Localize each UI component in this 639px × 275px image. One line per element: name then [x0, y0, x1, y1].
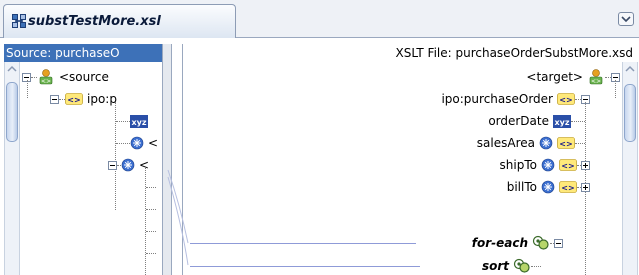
- target-tree-row[interactable]: sort: [482, 255, 541, 275]
- svg-text:<>: <>: [561, 184, 574, 193]
- tree-node-label: for-each: [471, 236, 528, 250]
- target-panel-header: XSLT File: purchaseOrderSubstMore.xsd: [191, 44, 639, 62]
- collapse-toggle[interactable]: [50, 94, 59, 104]
- mapping-link[interactable]: [190, 243, 416, 244]
- target-tree-row[interactable]: orderDate xyz: [488, 110, 585, 132]
- svg-text:<>: <>: [559, 140, 572, 149]
- svg-text:<>: <>: [41, 78, 51, 85]
- xyz-icon: xyz: [553, 114, 571, 128]
- svg-text:xyz: xyz: [554, 118, 569, 127]
- tree-node-label: salesArea: [476, 136, 535, 150]
- source-tree-row: [146, 176, 156, 198]
- xsl-map-icon: [12, 14, 26, 28]
- target-tree-row[interactable]: ipo:purchaseOrder <>: [441, 88, 590, 110]
- tab-list-dropdown-button[interactable]: [618, 12, 634, 26]
- svg-text:<>: <>: [67, 96, 80, 105]
- expand-toggle[interactable]: [581, 182, 590, 192]
- scroll-up-arrow-icon[interactable]: [7, 64, 17, 74]
- mapping-link-curves: [167, 169, 189, 266]
- editor-tab[interactable]: substTestMore.xsl: [3, 4, 236, 38]
- attribute-icon: [539, 136, 553, 150]
- svg-text:xyz: xyz: [131, 118, 146, 127]
- svg-text:<>: <>: [559, 96, 572, 105]
- tree-node-label: ipo:purchaseOrder: [441, 92, 553, 106]
- schema-icon: <>: [39, 69, 53, 85]
- tree-node-label: ipo:p: [87, 92, 117, 106]
- chevron-down-icon: [621, 16, 631, 23]
- expand-toggle[interactable]: [581, 160, 590, 170]
- target-tree-row[interactable]: for-each: [472, 232, 563, 254]
- target-vertical-scrollbar[interactable]: [622, 62, 638, 275]
- source-vertical-scrollbar[interactable]: [4, 62, 20, 275]
- xsl-component-icon: [513, 258, 530, 273]
- attribute-icon: [121, 158, 135, 172]
- source-tree-row: [146, 220, 156, 242]
- scroll-up-arrow-icon[interactable]: [625, 64, 635, 74]
- source-tree-row[interactable]: xyz: [116, 110, 148, 132]
- tree-node-label: <target>: [526, 70, 583, 84]
- editor-tab-strip: substTestMore.xsl: [0, 0, 639, 38]
- tree-node-label: billTo: [506, 180, 537, 194]
- tree-node-label: <source: [59, 70, 109, 84]
- source-tree-row: [146, 198, 156, 220]
- target-tree-row[interactable]: <target> <>: [526, 66, 620, 88]
- element-icon: <>: [559, 159, 577, 171]
- attribute-icon: [541, 158, 555, 172]
- xyz-icon: xyz: [130, 114, 148, 128]
- attribute-icon: [541, 180, 555, 194]
- tree-node-label: shipTo: [499, 158, 537, 172]
- tab-title: substTestMore.xsl: [28, 14, 161, 29]
- schema-icon: <>: [589, 69, 603, 85]
- source-tree-row: [146, 264, 156, 275]
- svg-text:<>: <>: [561, 162, 574, 171]
- svg-text:<>: <>: [591, 78, 601, 85]
- scrollbar-thumb[interactable]: [624, 84, 636, 142]
- element-icon: <>: [559, 181, 577, 193]
- tree-node-label: <: [148, 136, 159, 150]
- source-panel-header: Source: purchaseO: [4, 44, 163, 62]
- source-tree-row[interactable]: <> <source: [22, 66, 109, 88]
- source-tree-row[interactable]: <: [116, 132, 158, 154]
- source-tree-row[interactable]: <> ipo:p: [50, 88, 117, 110]
- target-tree-row[interactable]: billTo <>: [507, 176, 590, 198]
- target-tree-row[interactable]: salesArea <>: [477, 132, 585, 154]
- element-icon: <>: [557, 137, 575, 149]
- attribute-icon: [130, 136, 144, 150]
- collapse-toggle[interactable]: [554, 238, 563, 248]
- source-tree-row[interactable]: <: [108, 154, 149, 176]
- tree-node-label: orderDate: [488, 114, 549, 128]
- scrollbar-thumb[interactable]: [6, 82, 18, 142]
- xsl-component-icon: [532, 235, 549, 250]
- element-icon: <>: [65, 93, 83, 105]
- mapping-link[interactable]: [190, 266, 420, 267]
- target-tree-row[interactable]: shipTo <>: [500, 154, 590, 176]
- source-tree-row: [146, 242, 156, 264]
- collapse-toggle[interactable]: [108, 160, 117, 170]
- tree-node-label: sort: [481, 259, 509, 273]
- element-icon: <>: [557, 93, 575, 105]
